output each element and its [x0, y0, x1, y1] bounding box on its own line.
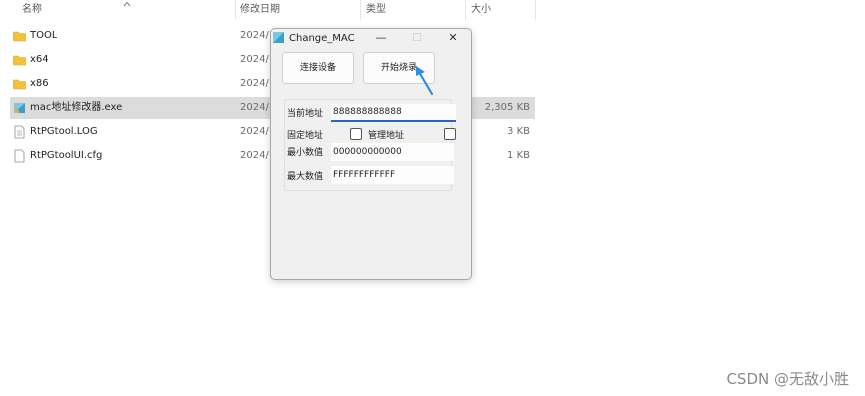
file-name: RtPGtool.LOG — [30, 126, 98, 137]
column-divider[interactable] — [360, 0, 361, 20]
sort-ascending-icon — [123, 1, 131, 7]
close-button[interactable]: ✕ — [441, 29, 465, 47]
pointer-arrow-icon — [416, 66, 434, 96]
maximize-button: ☐ — [412, 31, 422, 44]
column-divider[interactable] — [235, 0, 236, 20]
file-name: mac地址修改器.exe — [30, 102, 123, 113]
fixed-address-label: 固定地址 — [287, 131, 324, 141]
column-divider[interactable] — [465, 0, 466, 20]
fixed-address-checkbox[interactable] — [350, 128, 362, 140]
column-header-size[interactable]: 大小 — [471, 0, 491, 20]
max-value-label: 最大数值 — [287, 172, 324, 182]
column-header-type[interactable]: 类型 — [366, 0, 386, 20]
manage-address-checkbox[interactable] — [444, 128, 456, 140]
minimize-button[interactable]: — — [369, 29, 393, 47]
file-name: x64 — [30, 54, 49, 65]
document-icon — [14, 125, 25, 139]
current-address-input[interactable] — [331, 104, 456, 122]
change-mac-dialog[interactable]: Change_MAC — ☐ ✕ 连接设备 开始烧录 当前地址 固定地址 管理地… — [270, 28, 472, 280]
folder-icon — [13, 55, 26, 66]
column-header-date[interactable]: 修改日期 — [240, 0, 280, 20]
app-icon — [273, 32, 284, 43]
min-value-input[interactable] — [331, 143, 454, 161]
file-name: TOOL — [30, 30, 58, 41]
connect-device-button[interactable]: 连接设备 — [282, 52, 354, 84]
min-value-label: 最小数值 — [287, 148, 324, 158]
manage-address-label: 管理地址 — [368, 131, 405, 141]
dialog-title: Change_MAC — [289, 33, 355, 44]
column-header-name[interactable]: 名称 — [22, 0, 42, 20]
max-value-input[interactable] — [331, 166, 454, 184]
exe-icon — [14, 103, 25, 113]
file-name: x86 — [30, 78, 49, 89]
folder-icon — [13, 31, 26, 42]
file-name: RtPGtoolUI.cfg — [30, 150, 103, 161]
watermark: CSDN @无敌小胜 — [726, 370, 849, 388]
column-divider[interactable] — [535, 0, 536, 20]
folder-icon — [13, 79, 26, 90]
document-icon — [14, 149, 25, 163]
current-address-label: 当前地址 — [287, 109, 324, 119]
